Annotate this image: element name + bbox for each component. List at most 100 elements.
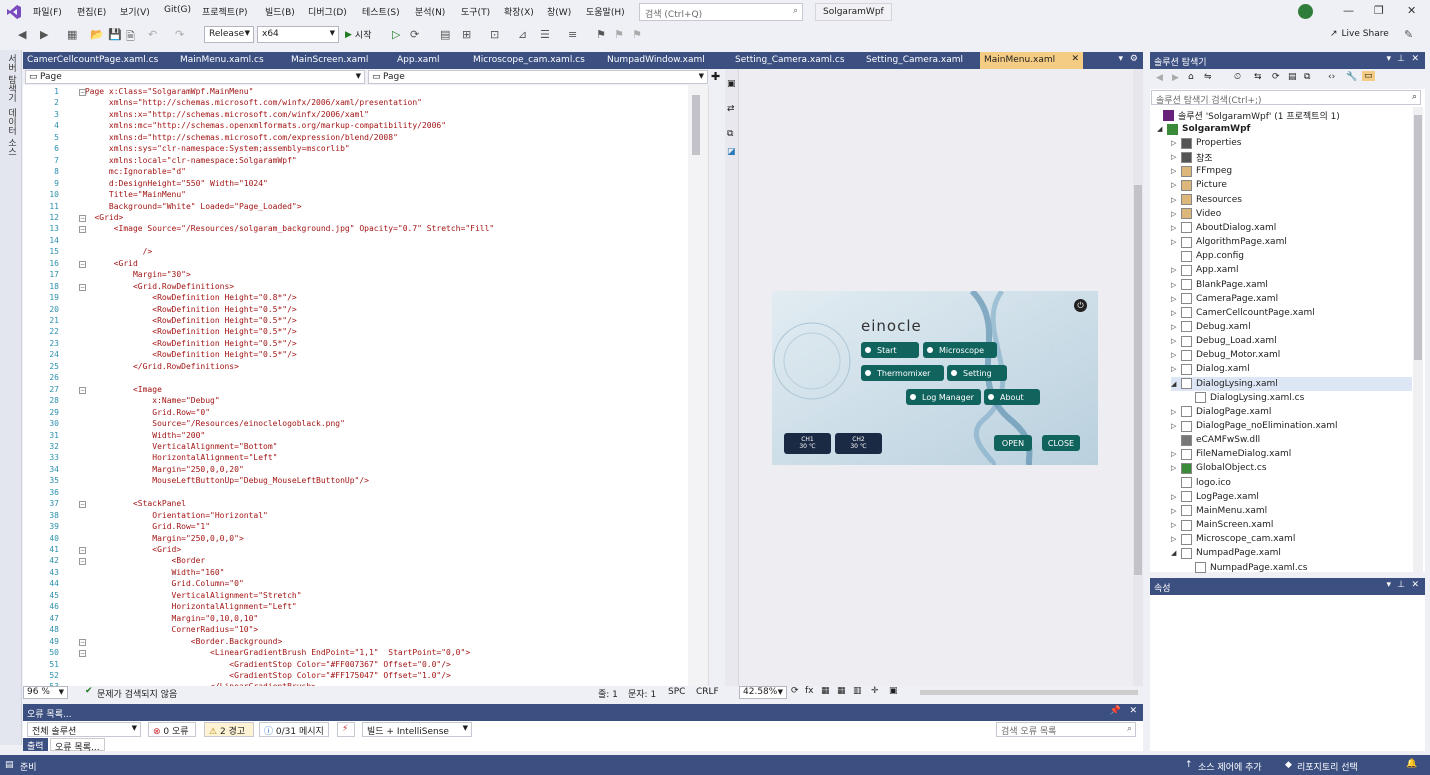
save-icon[interactable]: 💾 (108, 28, 122, 41)
code-line[interactable]: xmlns="http://schemas.microsoft.com/winf… (80, 98, 422, 107)
tab-output[interactable]: 출력 (23, 738, 48, 752)
data-sources-tab[interactable]: 데이터 소스 (5, 108, 18, 156)
code-line[interactable]: <RowDefinition Height="0.5*"/> (80, 327, 297, 336)
design-preview-canvas[interactable]: einocle ⏻ Start Microscope Thermomixer S… (772, 291, 1098, 465)
setting-button[interactable]: Setting (947, 365, 1007, 381)
messages-filter-button[interactable]: ⓘ 0/31 메시지 (259, 722, 329, 737)
tab-app[interactable]: App.xaml (393, 52, 466, 69)
zoom-select[interactable]: 96 % ▼ (23, 686, 68, 699)
code-line[interactable]: mc:Ignorable="d" (80, 167, 186, 176)
code-line[interactable]: <GradientStop Color="#FF007367" Offset="… (80, 660, 451, 669)
designer-scroll-thumb[interactable] (1134, 185, 1142, 575)
undo-icon[interactable]: ↶ (148, 28, 157, 41)
tree-item[interactable]: ▷ Dialog.xaml (1171, 362, 1250, 376)
code-line[interactable]: Source="/Resources/einoclelogoblack.png" (80, 419, 345, 428)
expand-arrow-icon[interactable]: ▷ (1171, 181, 1181, 189)
code-line[interactable]: xmlns:local="clr-namespace:SolgaramWpf" (80, 156, 297, 165)
error-search-input[interactable]: 검색 오류 목록 ⌕ (996, 722, 1136, 737)
nav-scope-left[interactable]: ▭ Page ▼ (25, 70, 365, 84)
code-line[interactable]: Width="160" (80, 568, 225, 577)
expand-arrow-icon[interactable]: ▷ (1171, 351, 1181, 359)
menu-debug[interactable]: 디버그(D) (308, 5, 347, 18)
fold-toggle-icon[interactable]: − (79, 214, 86, 222)
expand-arrow-icon[interactable]: ▷ (1171, 323, 1181, 331)
tab-setting-camera[interactable]: Setting_Camera.xaml (862, 52, 978, 69)
device-icon[interactable]: ▣ (889, 686, 898, 696)
save-all-icon[interactable]: 🗎 (126, 28, 135, 47)
sync-icon[interactable]: ⇆ (1254, 72, 1262, 82)
code-line[interactable]: <RowDefinition Height="0.5*"/> (80, 339, 297, 348)
code-line[interactable]: xmlns:x="http://schemas.microsoft.com/wi… (80, 110, 369, 119)
errors-filter-button[interactable]: ⊗ 0 오류 (148, 722, 196, 737)
grid-icon[interactable]: ▦ (821, 686, 830, 696)
tree-item[interactable]: ▷ FileNameDialog.xaml (1171, 447, 1291, 461)
tree-item[interactable]: DialogLysing.xaml.cs (1185, 391, 1304, 405)
fold-toggle-icon[interactable]: − (79, 547, 86, 554)
align-icon[interactable]: ⊿ (518, 28, 527, 41)
fold-toggle-icon[interactable]: − (79, 638, 86, 646)
global-search-input[interactable]: 검색 (Ctrl+Q) ⌕ (639, 3, 803, 21)
server-explorer-tab[interactable]: 서버 탐색기 (5, 54, 18, 102)
expand-arrow-icon[interactable]: ▷ (1171, 210, 1181, 218)
close-icon[interactable]: ✕ (1411, 580, 1419, 590)
tree-item[interactable]: ▷ LogPage.xaml (1171, 490, 1259, 504)
bookmark-icon[interactable]: ⚑ (596, 28, 606, 41)
open-icon[interactable]: 📂 (90, 28, 104, 41)
code-line[interactable]: HorizontalAlignment="Left" (80, 453, 277, 462)
code-line[interactable]: VerticalAlignment="Bottom" (80, 442, 277, 451)
nav-scope-right[interactable]: ▭ Page ▼ (368, 70, 708, 84)
fx-icon[interactable]: fx (805, 686, 814, 696)
tree-item[interactable]: ▷ Properties (1171, 136, 1241, 150)
toolbar-icon-3[interactable]: ⊡ (490, 28, 499, 41)
tab-mainmenu-cs[interactable]: MainMenu.xaml.cs (176, 52, 284, 69)
tree-item[interactable]: ▷ Microscope_cam.xaml (1171, 532, 1295, 546)
tree-item[interactable]: ▷ 참조 (1171, 150, 1213, 164)
home-icon[interactable]: ⌂ (1188, 72, 1194, 82)
code-line[interactable]: <RowDefinition Height="0.8*"/> (80, 293, 297, 302)
layout-icon[interactable]: ▥ (853, 686, 862, 696)
code-line[interactable]: Grid.Column="0" (80, 579, 244, 588)
fold-toggle-icon[interactable]: − (79, 558, 86, 566)
maximize-icon[interactable]: ❐ (1374, 4, 1384, 17)
microscope-button[interactable]: Microscope (923, 342, 997, 358)
pin-icon[interactable]: ⊥ (1397, 580, 1405, 590)
tab-mainmenu[interactable]: MainMenu.xaml ✕ (980, 52, 1083, 69)
code-line[interactable]: Margin="0,10,0,10" (80, 614, 259, 623)
snap-icon[interactable]: ▦ (837, 686, 846, 696)
code-line[interactable]: Margin="30"> (80, 270, 191, 279)
tab-error-list[interactable]: 오류 목록... (50, 738, 105, 753)
refresh-icon[interactable]: ⟳ (1272, 72, 1280, 82)
tab-mainscreen[interactable]: MainScreen.xaml (287, 52, 390, 69)
start-without-debug-icon[interactable]: ▷ (392, 28, 400, 41)
expand-arrow-icon[interactable]: ▷ (1171, 450, 1181, 458)
code-line[interactable]: <Grid> (80, 545, 181, 554)
expand-arrow-icon[interactable]: ▷ (1171, 309, 1181, 317)
code-line[interactable]: Margin="250,0,0,20" (80, 465, 244, 474)
tree-project[interactable]: ◢ SolgaramWpf (1157, 122, 1250, 136)
tree-item[interactable]: ▷ DialogPage.xaml (1171, 405, 1271, 419)
code-line[interactable]: <Grid> (80, 213, 123, 222)
code-line[interactable]: Background="White" Loaded="Page_Loaded"> (80, 202, 302, 211)
open-button[interactable]: OPEN (994, 435, 1032, 451)
fold-toggle-icon[interactable]: − (79, 283, 86, 291)
code-line[interactable]: <RowDefinition Height="0.5*"/> (80, 316, 297, 325)
crlf-indicator[interactable]: CRLF (696, 687, 719, 697)
expand-arrow-icon[interactable]: ▷ (1171, 507, 1181, 515)
editor-scroll-thumb[interactable] (692, 95, 700, 155)
menu-project[interactable]: 프로젝트(P) (202, 5, 248, 18)
expand-arrow-icon[interactable]: ▷ (1171, 493, 1181, 501)
tree-item[interactable]: ▷ AboutDialog.xaml (1171, 221, 1276, 235)
tree-item[interactable]: logo.ico (1171, 476, 1231, 490)
tree-item[interactable]: ▷ Video (1171, 207, 1221, 221)
code-editor[interactable]: 1 2 3 4 5 6 7 8 9 10 11 12 13 14 15 16 17 18 19 20 21 22 23 24 2… (23, 85, 709, 686)
expand-arrow-icon[interactable]: ▷ (1171, 139, 1181, 147)
code-line[interactable]: <Grid (80, 259, 138, 268)
designer-tool-icon-1[interactable]: ▣ (727, 79, 736, 89)
feedback-icon[interactable]: ✎ (1404, 28, 1413, 41)
tree-item[interactable]: ▷ GlobalObject.cs (1171, 461, 1267, 475)
split-editor-icon[interactable]: ✚ (711, 70, 720, 83)
comment-icon[interactable]: ≡ (568, 28, 577, 41)
spc-indicator[interactable]: SPC (668, 687, 685, 697)
expand-arrow-icon[interactable]: ▷ (1171, 224, 1181, 232)
designer-zoom-select[interactable]: 42.58% ▼ (739, 686, 787, 699)
